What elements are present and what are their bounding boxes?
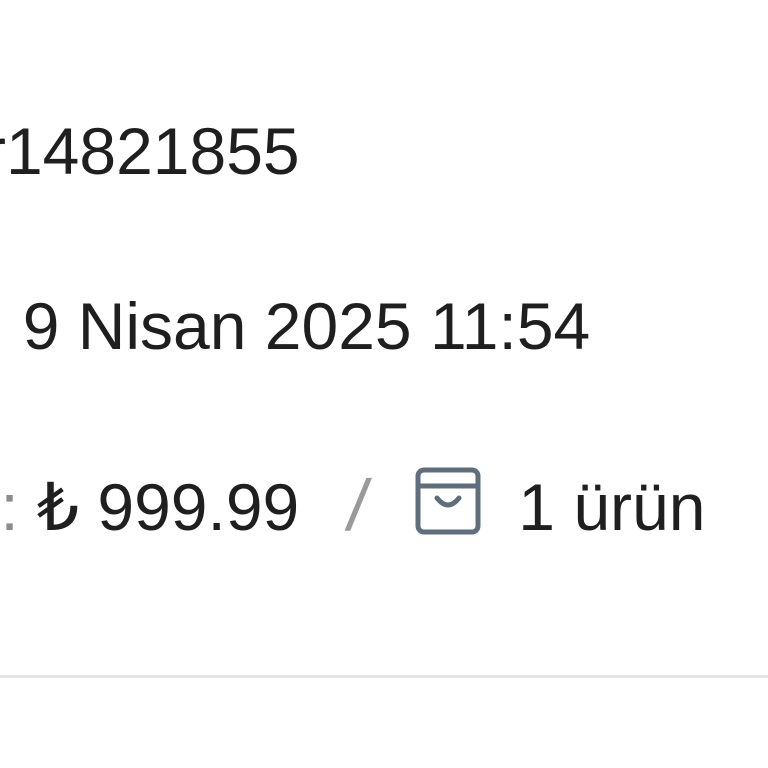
separator-slash: /	[341, 466, 374, 546]
order-date-label: :	[0, 289, 4, 363]
order-number-row: r14821855	[0, 118, 300, 184]
order-date-row: : 9 Nisan 2025 11:54	[0, 293, 590, 359]
order-date-value: 9 Nisan 2025 11:54	[22, 289, 591, 363]
item-count: 1 ürün	[518, 470, 706, 544]
order-number-value: r14821855	[0, 114, 300, 188]
shopping-bag-icon	[414, 466, 482, 536]
order-total-value: ₺ 999.99	[37, 470, 300, 544]
order-total-label: ı:	[0, 470, 19, 544]
section-divider	[0, 675, 768, 678]
order-total-row: ı: ₺ 999.99 / 1 ürün	[0, 466, 706, 546]
